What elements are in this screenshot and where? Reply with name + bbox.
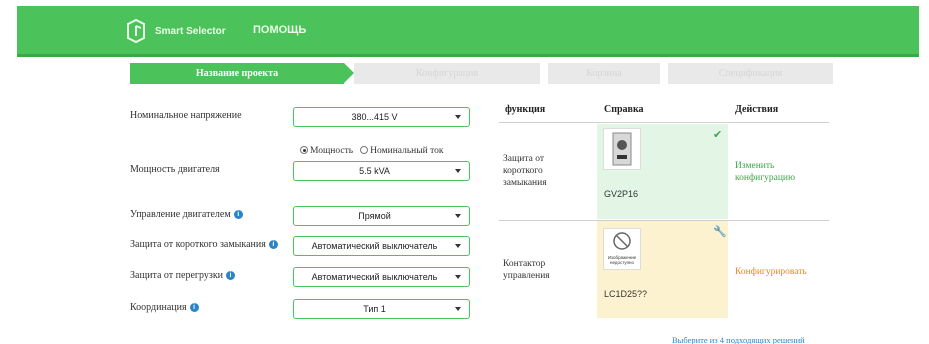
brand-name[interactable]: Smart Selector — [155, 26, 226, 37]
chevron-down-icon — [455, 244, 461, 248]
column-header-reference: Справка — [604, 104, 644, 115]
voltage-label: Номинальное напряжение — [130, 110, 242, 121]
row-function-short-circuit: Защита от короткого замыкания — [503, 154, 547, 188]
overload-label: Защита от перегрузки i — [130, 270, 236, 281]
column-header-actions: Действия — [735, 104, 779, 115]
chevron-down-icon — [455, 307, 461, 311]
info-icon[interactable]: i — [226, 271, 236, 280]
chevron-down-icon — [455, 275, 461, 279]
top-header: Smart Selector ПОМОЩЬ — [17, 6, 919, 57]
radio-icon — [300, 146, 308, 154]
step-specification[interactable]: Спецификация — [668, 63, 833, 84]
radio-current[interactable]: Номинальный ток — [360, 146, 443, 156]
short-circuit-label: Защита от короткого замыкания i — [130, 239, 278, 250]
row-reference-lc1d25[interactable]: LC1D25?? — [604, 289, 647, 299]
step-separator — [540, 63, 548, 83]
info-icon[interactable]: i — [189, 303, 199, 312]
choose-solutions-link[interactable]: Выберите из 4 подходящих решений — [672, 335, 805, 344]
step-project-name[interactable]: Название проекта — [130, 63, 344, 84]
chevron-down-icon — [455, 214, 461, 218]
motor-power-select[interactable]: 5.5 kVA — [293, 161, 470, 181]
voltage-select[interactable]: 380...415 V — [293, 107, 470, 127]
row-function-contactor: Контактор управления — [503, 259, 550, 281]
step-cart[interactable]: Корзина — [548, 63, 660, 84]
coordination-select[interactable]: Тип 1 — [293, 299, 470, 319]
chevron-down-icon — [455, 115, 461, 119]
table-header-divider — [499, 122, 829, 123]
column-header-function: функция — [505, 104, 546, 115]
edit-configuration-link[interactable]: Изменить конфигурацию — [735, 160, 815, 184]
configure-link[interactable]: Конфигурировать — [735, 266, 807, 278]
chevron-down-icon — [455, 169, 461, 173]
motor-control-label: Управление двигателем i — [130, 209, 243, 220]
short-circuit-select[interactable]: Автоматический выключатель — [293, 236, 470, 256]
image-unavailable-caption: Изображение недоступно — [607, 255, 637, 265]
step-arrow — [344, 63, 354, 83]
info-icon[interactable]: i — [268, 240, 278, 249]
overload-select[interactable]: Автоматический выключатель — [293, 267, 470, 287]
product-image-gv2p16[interactable] — [603, 128, 641, 170]
step-configuration[interactable]: Конфигурация — [354, 63, 540, 84]
wrench-icon: 🔧 — [713, 225, 727, 238]
check-icon: ✔ — [713, 128, 723, 141]
wizard-steps: Название проекта Конфигурация Корзина Сп… — [130, 63, 833, 84]
motor-power-label: Мощность двигателя — [130, 164, 220, 175]
product-image-unavailable: Изображение недоступно — [603, 228, 641, 270]
help-link[interactable]: ПОМОЩЬ — [253, 24, 306, 36]
info-icon[interactable]: i — [233, 210, 243, 219]
motor-control-select[interactable]: Прямой — [293, 206, 470, 226]
radio-icon — [360, 146, 369, 154]
coordination-label: Координация i — [130, 302, 199, 313]
smart-selector-logo-icon[interactable] — [125, 18, 147, 44]
step-separator — [660, 63, 668, 83]
row-reference-gv2p16[interactable]: GV2P16 — [604, 189, 638, 199]
radio-power[interactable]: Мощность — [300, 146, 353, 156]
power-mode-radio-group: Мощность Номинальный ток — [300, 146, 443, 156]
